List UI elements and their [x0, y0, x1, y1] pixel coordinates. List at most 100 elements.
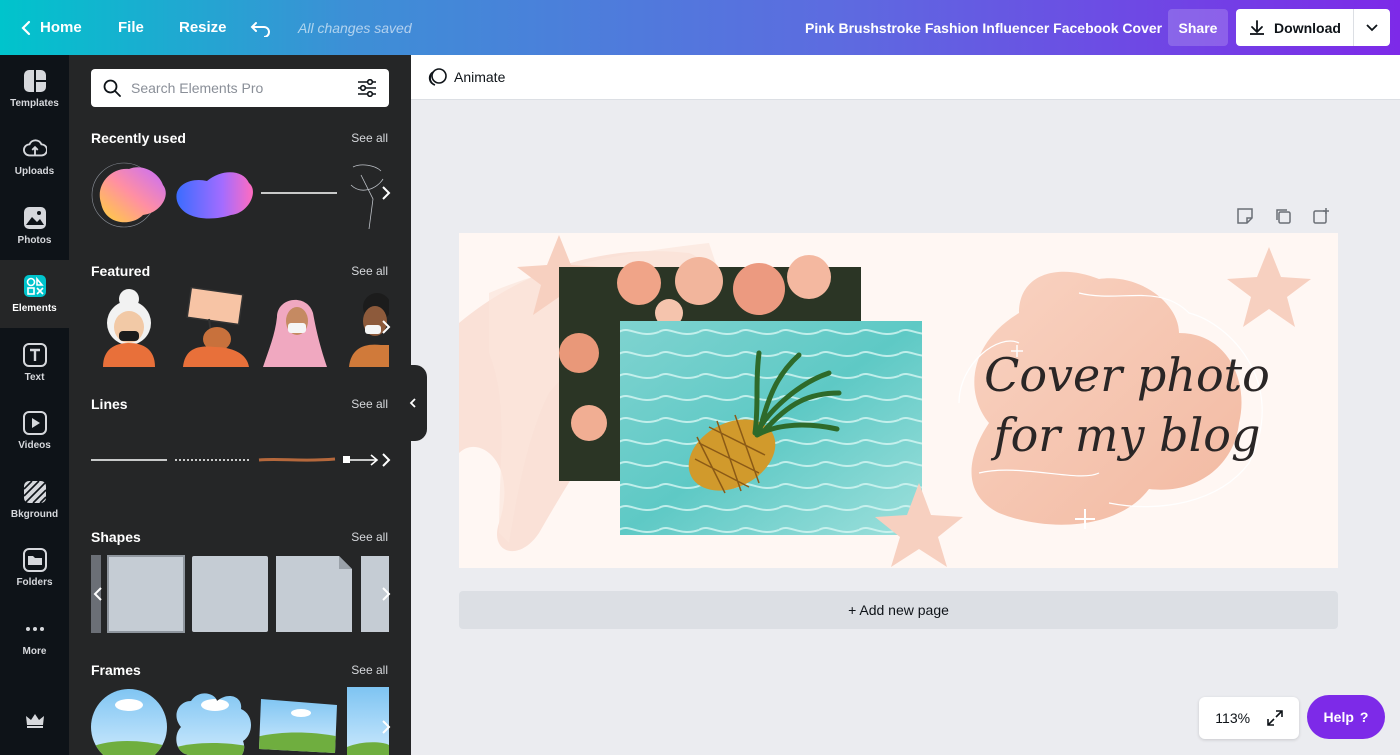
animate-label: Animate: [454, 69, 506, 85]
shape-thumbnails[interactable]: [91, 555, 389, 635]
document-title[interactable]: Pink Brushstroke Fashion Influencer Face…: [805, 0, 1162, 55]
rail-label-background: Bkground: [10, 509, 59, 520]
more-dots-icon: [23, 617, 47, 641]
add-page-icon[interactable]: [1312, 207, 1330, 225]
help-button[interactable]: Help ?: [1307, 695, 1385, 739]
canvas-artwork[interactable]: Cover photo for my blog: [459, 233, 1338, 568]
chevron-down-icon: [1366, 23, 1378, 31]
top-bar: Home File Resize All changes saved Pink …: [0, 0, 1400, 55]
rail-label-uploads: Uploads: [14, 166, 55, 177]
rail-item-uploads[interactable]: Uploads: [0, 123, 69, 191]
section-title-lines: Lines: [91, 396, 128, 412]
section-title-featured: Featured: [91, 263, 151, 279]
recently-used-thumbnails[interactable]: [91, 155, 389, 235]
elements-panel: Recently used See all Featured See all: [69, 55, 411, 755]
zoom-level[interactable]: 113%: [1215, 710, 1250, 726]
canvas-headline-line2[interactable]: for my blog: [991, 408, 1261, 462]
share-button[interactable]: Share: [1168, 9, 1228, 46]
frames-next-arrow[interactable]: [379, 717, 393, 737]
rail-item-pro-crown[interactable]: [0, 687, 69, 755]
see-all-recently-used[interactable]: See all: [351, 131, 388, 145]
folder-icon: [22, 548, 47, 572]
see-all-lines[interactable]: See all: [351, 397, 388, 411]
question-mark-icon: ?: [1359, 709, 1369, 725]
download-icon: [1250, 19, 1265, 35]
see-all-frames[interactable]: See all: [351, 663, 388, 677]
frames-row: [91, 687, 389, 755]
file-menu[interactable]: File: [118, 0, 144, 55]
download-label: Download: [1274, 19, 1341, 36]
recently-used-row: [91, 155, 389, 235]
frame-thumbnails[interactable]: [91, 687, 389, 755]
crown-icon: [23, 709, 47, 733]
zoom-control: 113%: [1199, 697, 1299, 739]
shapes-prev-arrow[interactable]: [91, 584, 105, 604]
search-icon: [103, 79, 121, 97]
chevron-left-icon: [409, 398, 416, 408]
filter-sliders-icon[interactable]: [357, 79, 377, 97]
canvas-headline-line1[interactable]: Cover photo: [984, 348, 1270, 402]
photo-icon: [23, 206, 47, 230]
chevron-left-icon: [93, 587, 102, 601]
design-canvas[interactable]: Cover photo for my blog: [459, 233, 1338, 568]
rail-item-elements[interactable]: Elements: [0, 260, 69, 328]
section-title-shapes: Shapes: [91, 529, 141, 545]
undo-icon: [250, 21, 270, 37]
cloud-upload-icon: [22, 137, 47, 161]
search-box[interactable]: [91, 69, 389, 107]
animate-button[interactable]: Animate: [428, 67, 505, 87]
rail-label-elements: Elements: [12, 303, 57, 314]
search-input[interactable]: [131, 80, 357, 96]
see-all-shapes[interactable]: See all: [351, 530, 388, 544]
line-styles[interactable]: [91, 421, 389, 501]
templates-icon: [23, 69, 47, 93]
left-rail: Templates Uploads Photos Elements Text V…: [0, 55, 69, 755]
recently-used-next-arrow[interactable]: [379, 183, 393, 203]
rail-label-photos: Photos: [17, 235, 52, 246]
animate-icon: [428, 68, 447, 86]
chevron-left-icon: [21, 20, 31, 35]
duplicate-page-icon[interactable]: [1274, 207, 1292, 225]
download-button[interactable]: Download: [1236, 9, 1354, 46]
resize-button[interactable]: Resize: [179, 0, 227, 55]
notes-icon[interactable]: [1236, 207, 1254, 225]
rail-label-folders: Folders: [16, 577, 53, 588]
shapes-next-arrow[interactable]: [379, 584, 393, 604]
lines-next-arrow[interactable]: [379, 450, 393, 470]
rail-item-more[interactable]: More: [0, 603, 69, 671]
rail-item-photos[interactable]: Photos: [0, 192, 69, 260]
rail-item-background[interactable]: Bkground: [0, 466, 69, 534]
featured-illustrations[interactable]: [91, 287, 389, 367]
collapse-panel-button[interactable]: [399, 365, 427, 441]
see-all-featured[interactable]: See all: [351, 264, 388, 278]
editor-toolbar: Animate: [411, 55, 1400, 100]
download-button-group: Download: [1236, 9, 1390, 46]
rail-label-more: More: [22, 646, 47, 657]
add-new-page-button[interactable]: + Add new page: [459, 591, 1338, 629]
rail-item-folders[interactable]: Folders: [0, 534, 69, 602]
rail-item-templates[interactable]: Templates: [0, 55, 69, 123]
section-title-frames: Frames: [91, 662, 141, 678]
chevron-right-icon: [382, 186, 391, 200]
home-label: Home: [40, 19, 82, 36]
help-label: Help: [1323, 709, 1354, 725]
page-actions: [1236, 207, 1330, 225]
expand-fullscreen-icon[interactable]: [1266, 710, 1283, 726]
save-status: All changes saved: [298, 19, 412, 36]
video-play-icon: [22, 411, 47, 435]
download-options-button[interactable]: [1354, 9, 1390, 46]
section-title-recently-used: Recently used: [91, 130, 186, 146]
chevron-right-icon: [382, 720, 391, 734]
chevron-right-icon: [382, 320, 391, 334]
chevron-right-icon: [382, 587, 391, 601]
rail-item-text[interactable]: Text: [0, 329, 69, 397]
featured-row: [91, 287, 389, 367]
rail-label-videos: Videos: [18, 440, 51, 451]
chevron-right-icon: [382, 453, 391, 467]
rail-item-videos[interactable]: Videos: [0, 397, 69, 465]
rail-label-text: Text: [24, 372, 45, 383]
undo-button[interactable]: [250, 0, 272, 55]
elements-icon: [23, 274, 47, 298]
featured-next-arrow[interactable]: [379, 317, 393, 337]
home-button[interactable]: Home: [20, 0, 82, 55]
